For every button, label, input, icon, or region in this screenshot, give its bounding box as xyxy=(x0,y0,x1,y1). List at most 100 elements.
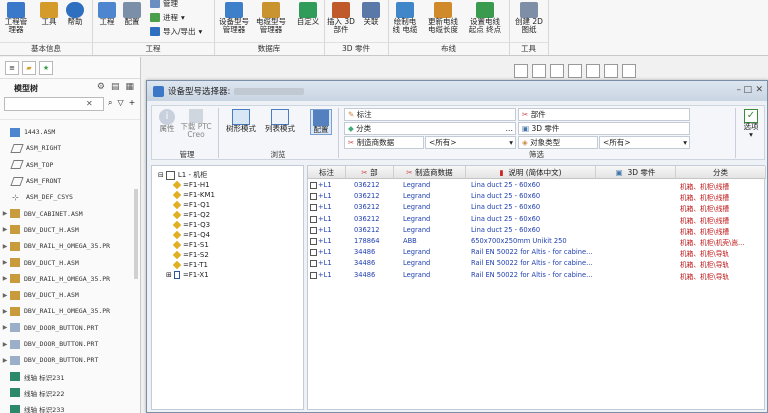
tree-device[interactable]: ⊞ =F1-X1 xyxy=(166,271,209,279)
table-row[interactable]: +L1 34486 Legrand Rail EN 50022 for Altis -… xyxy=(308,258,766,270)
process-button[interactable]: 进程 ▾ xyxy=(150,12,185,23)
expand-arrow-icon[interactable]: ▶ xyxy=(0,243,10,250)
close-icon[interactable]: ✕ xyxy=(755,85,763,95)
tree-device[interactable]: =F1-Q4 xyxy=(172,230,210,240)
tree-node[interactable]: ▶ DBV_RAIL_H_OMEGA_35.PR xyxy=(0,303,140,319)
box-view-icon[interactable] xyxy=(550,64,564,78)
project-manager-button[interactable]: 工程管 理器 xyxy=(3,2,29,34)
zoom-icon[interactable] xyxy=(514,64,528,78)
maker-select[interactable]: <所有> ▾ xyxy=(425,136,516,149)
clear-icon[interactable]: ✕ xyxy=(86,99,93,108)
tree-node[interactable]: ▶ DBV_DOOR_BUTTON.PRT xyxy=(0,320,140,336)
project-button[interactable]: 工程 xyxy=(97,2,117,26)
filter-category-field[interactable]: ◆ 分类… xyxy=(344,122,516,135)
tree-device[interactable]: =F1-S2 xyxy=(172,250,209,260)
tree-node[interactable]: 1443.ASM xyxy=(0,124,140,140)
draw-wire-button[interactable]: 绘制电 线 电缆 xyxy=(391,2,419,34)
config-view-button[interactable]: 配置 xyxy=(310,109,332,135)
import-export-button[interactable]: 导入/导出 ▾ xyxy=(150,26,202,37)
tree-device[interactable]: =F1-S1 xyxy=(172,240,209,250)
minimize-icon[interactable]: – xyxy=(737,85,742,95)
config-button[interactable]: 配置 xyxy=(121,2,143,26)
tools-button[interactable]: 工具 xyxy=(38,2,60,26)
tree-node[interactable]: ▶ DBV_DUCT_H.ASM xyxy=(0,222,140,238)
tree-node[interactable]: 线轴 标识231 xyxy=(0,368,140,384)
list-mode-button[interactable]: 列表模式 xyxy=(262,109,298,133)
filter-maker-field[interactable]: ✂ 制造商数据 xyxy=(344,136,424,149)
tree-device[interactable]: =F1-H1 xyxy=(172,180,210,190)
table-row[interactable]: +L1 036212 Legrand Lina duct 25 - 60x60 机箱、机… xyxy=(308,214,766,226)
create-2d-drawing-button[interactable]: 创建 2D 图纸 xyxy=(513,2,545,34)
tree-scrollbar[interactable] xyxy=(134,189,138,279)
expand-arrow-icon[interactable]: ▶ xyxy=(0,357,10,364)
expand-icon[interactable]: ⊞ xyxy=(166,271,172,279)
layer-icon[interactable] xyxy=(586,64,600,78)
link-button[interactable]: 关联 xyxy=(360,2,382,26)
tree-device[interactable]: =F1-Q1 xyxy=(172,200,210,210)
col-header-description[interactable]: ▮ 说明 (简体中文) xyxy=(466,166,596,179)
device-model-manager-button[interactable]: 设备型号 管理器 xyxy=(217,2,251,34)
tab-model-tree[interactable]: ≡ xyxy=(5,60,19,75)
collapse-icon[interactable]: ⊟ xyxy=(158,171,164,179)
sketch-icon[interactable] xyxy=(532,64,546,78)
tree-mode-button[interactable]: 树形模式 xyxy=(224,109,258,133)
table-row[interactable]: +L1 036212 Legrand Lina duct 25 - 60x60 机箱、机… xyxy=(308,180,766,192)
show-icon[interactable]: ▦ xyxy=(125,82,134,92)
tree-node[interactable]: ASM_TOP xyxy=(0,157,140,173)
expand-arrow-icon[interactable]: ▶ xyxy=(0,341,10,348)
tree-node[interactable]: 线轴 标识233 xyxy=(0,401,140,413)
expand-arrow-icon[interactable]: ▶ xyxy=(0,210,10,217)
table-row[interactable]: +L1 036212 Legrand Lina duct 25 - 60x60 机箱、机… xyxy=(308,225,766,237)
tree-node[interactable]: 线轴 标识222 xyxy=(0,385,140,401)
options-button[interactable]: ✓ 选项 ▾ xyxy=(740,109,762,139)
tree-root[interactable]: ⊟ L1 - 机柜 xyxy=(158,170,207,180)
table-row[interactable]: +L1 036212 Legrand Lina duct 25 - 60x60 机箱、机… xyxy=(308,191,766,203)
tree-node[interactable]: ▶ DBV_DUCT_H.ASM xyxy=(0,287,140,303)
manage-button[interactable]: 管理 xyxy=(150,0,178,9)
filter-objtype-field[interactable]: ◈ 对象类型 xyxy=(518,136,598,149)
expand-arrow-icon[interactable]: ▶ xyxy=(0,292,10,299)
insert-3d-part-button[interactable]: 插入 3D 部件 xyxy=(327,2,355,34)
filter-part-field[interactable]: ✂ 部件 xyxy=(518,108,690,121)
table-row[interactable]: +L1 178864 ABB 650x700x250mm Unikit 250 机箱、机… xyxy=(308,236,766,248)
cable-model-manager-button[interactable]: 电缆型号 管理器 xyxy=(254,2,288,34)
update-wire-length-button[interactable]: 更新电线 电缆长度 xyxy=(424,2,462,34)
filter-icon[interactable]: ▽ xyxy=(117,98,123,108)
list-icon[interactable]: ▤ xyxy=(111,82,120,92)
col-header-category[interactable]: 分类 xyxy=(676,166,766,179)
expand-arrow-icon[interactable]: ▶ xyxy=(0,308,10,315)
tree-device[interactable]: =F1-KM1 xyxy=(172,190,215,200)
tree-node[interactable]: ▶ DBV_DOOR_BUTTON.PRT xyxy=(0,336,140,352)
col-header-label[interactable]: 标注 xyxy=(308,166,346,179)
attributes-button[interactable]: i 属性 xyxy=(156,109,178,133)
expand-arrow-icon[interactable]: ▶ xyxy=(0,226,10,233)
add-icon[interactable]: + xyxy=(129,98,136,108)
filter-3d-field[interactable]: ▣ 3D 零件 xyxy=(518,122,690,135)
tree-node[interactable]: ASM_RIGHT xyxy=(0,140,140,156)
expand-arrow-icon[interactable]: ▶ xyxy=(0,324,10,331)
tree-node[interactable]: ⊹ ASM_DEF_CSYS xyxy=(0,189,140,205)
table-row[interactable]: +L1 34486 Legrand Rail EN 50022 for Altis -… xyxy=(308,270,766,282)
tree-node[interactable]: ▶ DBV_DOOR_BUTTON.PRT xyxy=(0,352,140,368)
settings-icon[interactable]: ⚙ xyxy=(97,82,105,92)
datum-display-icon[interactable] xyxy=(604,64,618,78)
expand-arrow-icon[interactable]: ▶ xyxy=(0,259,10,266)
expand-arrow-icon[interactable]: ▶ xyxy=(0,275,10,282)
set-wire-endpoints-button[interactable]: 设置电线 起点 终点 xyxy=(466,2,504,34)
tree-node[interactable]: ▶ DBV_DUCT_H.ASM xyxy=(0,254,140,270)
saved-view-icon[interactable] xyxy=(568,64,582,78)
tree-device[interactable]: =F1-T1 xyxy=(172,260,208,270)
download-ptc-creo-button[interactable]: 下载 PTC Creo xyxy=(179,109,213,139)
table-row[interactable]: +L1 036212 Legrand Lina duct 25 - 60x60 机箱、机… xyxy=(308,202,766,214)
objtype-select[interactable]: <所有> ▾ xyxy=(599,136,690,149)
col-header-3d[interactable]: ▣ 3D 零件 xyxy=(596,166,676,179)
tree-node[interactable]: ▶ DBV_RAIL_H_OMEGA_35.PR xyxy=(0,271,140,287)
tree-device[interactable]: =F1-Q2 xyxy=(172,210,210,220)
browse-icon[interactable]: … xyxy=(506,124,514,133)
filter-label-field[interactable]: ✎ 标注 xyxy=(344,108,516,121)
table-row[interactable]: +L1 34486 Legrand Rail EN 50022 for Altis -… xyxy=(308,247,766,259)
tree-node[interactable]: ▶ DBV_RAIL_H_OMEGA_35.PR xyxy=(0,238,140,254)
tab-favorites[interactable]: ★ xyxy=(39,60,53,75)
col-header-maker[interactable]: ✂ 制造商数据 xyxy=(394,166,466,179)
tab-folder[interactable]: ▰ xyxy=(22,60,36,75)
